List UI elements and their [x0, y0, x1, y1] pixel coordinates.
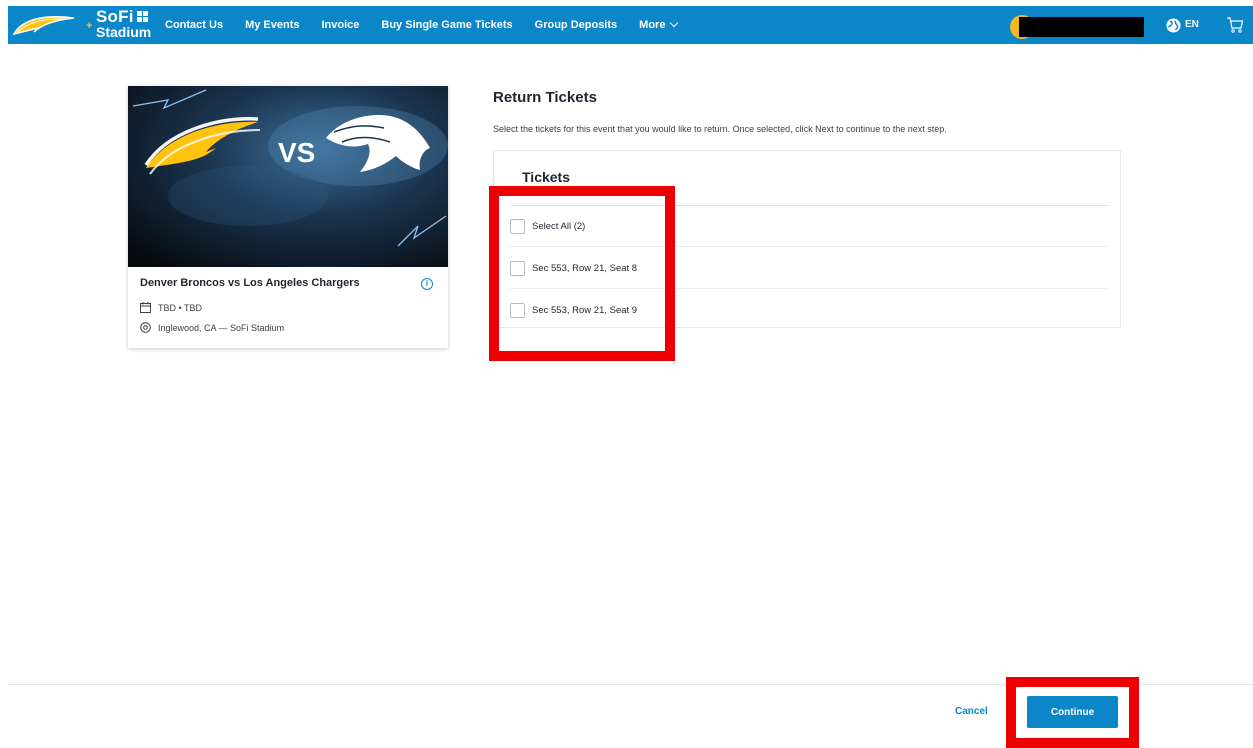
- sofi-grid-icon: [136, 11, 148, 22]
- nav-more[interactable]: More: [639, 18, 679, 31]
- highlight-box-tickets: [489, 186, 675, 361]
- cancel-button[interactable]: Cancel: [955, 706, 988, 717]
- nav-group-deposits[interactable]: Group Deposits: [535, 19, 618, 31]
- logo-plus-icon: +: [86, 20, 93, 32]
- sofi-stadium-logo[interactable]: SoFi Stadium: [96, 8, 151, 39]
- chevron-down-icon: [670, 18, 679, 28]
- page-description: Select the tickets for this event that y…: [493, 124, 947, 134]
- chargers-bolt-logo[interactable]: [12, 12, 78, 38]
- nav-my-events[interactable]: My Events: [245, 19, 299, 31]
- event-location: Inglewood, CA — SoFi Stadium: [158, 323, 285, 333]
- info-icon[interactable]: i: [421, 278, 433, 290]
- tickets-heading: Tickets: [522, 169, 570, 185]
- event-location-row: Inglewood, CA — SoFi Stadium: [140, 322, 284, 334]
- event-date: TBD • TBD: [158, 302, 202, 313]
- event-date-row: TBD • TBD: [140, 302, 202, 313]
- vs-text: VS: [278, 137, 315, 168]
- event-image: VS: [128, 86, 448, 267]
- highlight-box-continue: [1006, 677, 1139, 748]
- top-nav-bar: + SoFi Stadium Contact Us My Events Invo…: [8, 6, 1253, 44]
- nav-invoice[interactable]: Invoice: [321, 19, 359, 31]
- globe-icon[interactable]: [1166, 18, 1181, 33]
- event-title[interactable]: Denver Broncos vs Los Angeles Chargers: [140, 277, 360, 289]
- redacted-account-name[interactable]: [1019, 17, 1144, 37]
- language-selector[interactable]: EN: [1185, 19, 1199, 30]
- nav-buy-single-game-tickets[interactable]: Buy Single Game Tickets: [381, 19, 512, 31]
- cart-icon[interactable]: [1226, 16, 1244, 34]
- nav-contact-us[interactable]: Contact Us: [165, 19, 223, 31]
- calendar-icon: [140, 302, 151, 313]
- nav-more-label: More: [639, 19, 666, 31]
- page-title: Return Tickets: [493, 89, 597, 106]
- location-pin-icon: [140, 322, 151, 333]
- main-nav: Contact Us My Events Invoice Buy Single …: [165, 6, 699, 44]
- event-card: VS Denver Broncos vs Los Angeles Charger…: [128, 86, 448, 348]
